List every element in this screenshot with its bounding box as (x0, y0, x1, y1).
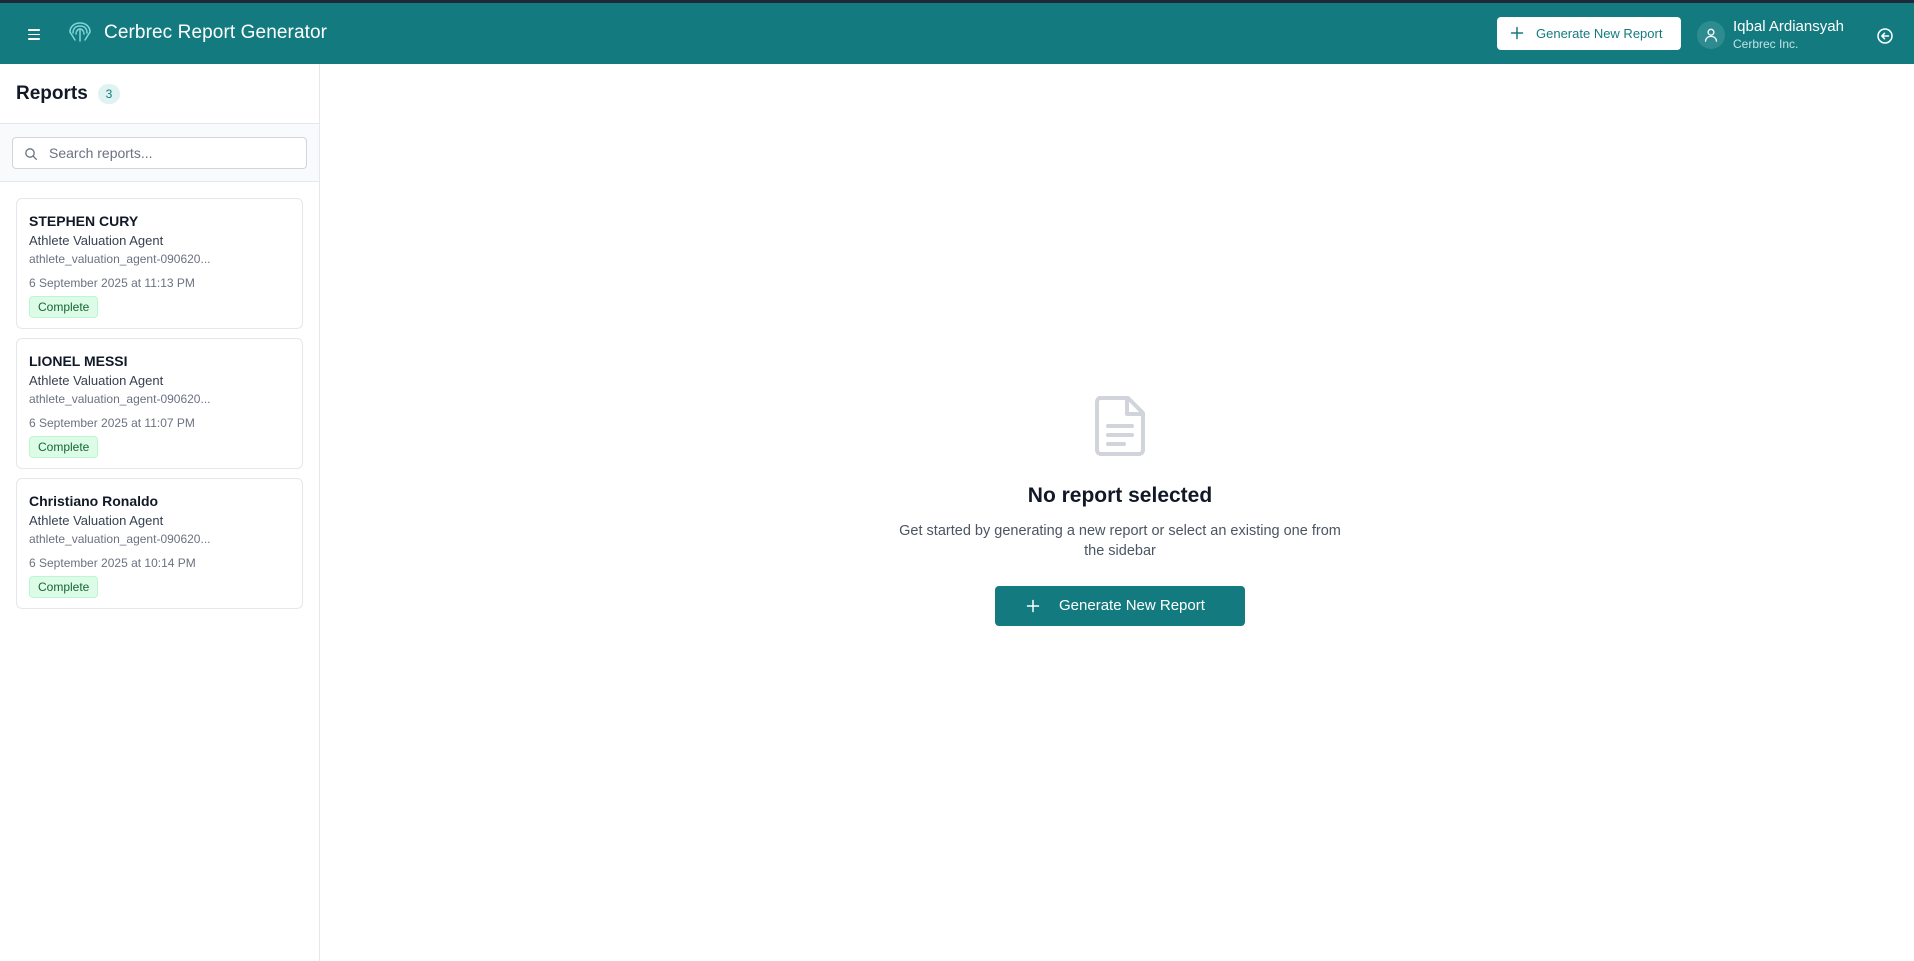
status-badge: Complete (29, 436, 99, 458)
reports-sidebar: Reports 3 STEPHEN CURY Athlete Valuation… (0, 64, 320, 961)
report-agent: Athlete Valuation Agent (29, 233, 164, 248)
header-generate-report-button[interactable]: Generate New Report (1497, 17, 1681, 50)
report-name: LIONEL MESSI (29, 353, 128, 369)
user-icon (1704, 28, 1718, 42)
sidebar-title: Reports (16, 83, 88, 104)
brain-icon (69, 22, 91, 42)
report-id: athlete_valuation_agent-090620... (29, 532, 211, 546)
report-agent: Athlete Valuation Agent (29, 373, 164, 388)
document-icon (1095, 396, 1145, 456)
empty-state-description: Get started by generating a new report o… (899, 523, 1341, 559)
search-box[interactable] (12, 137, 307, 169)
report-card[interactable]: STEPHEN CURY Athlete Valuation Agent ath… (16, 198, 303, 329)
report-card[interactable]: LIONEL MESSI Athlete Valuation Agent ath… (16, 338, 303, 469)
generate-new-report-label: Generate New Report (1059, 597, 1205, 614)
report-date: 6 September 2025 at 11:13 PM (29, 276, 195, 290)
header-generate-report-label: Generate New Report (1536, 26, 1663, 41)
plus-icon (1510, 26, 1524, 40)
app-title: Cerbrec Report Generator (104, 22, 328, 43)
main-content (320, 64, 1914, 961)
report-date: 6 September 2025 at 10:14 PM (29, 556, 196, 570)
report-agent: Athlete Valuation Agent (29, 513, 164, 528)
sidebar-header: Reports 3 (0, 64, 319, 124)
app-header: Cerbrec Report Generator Generate New Re… (0, 3, 1914, 64)
plus-icon (1026, 599, 1040, 613)
user-avatar[interactable] (1697, 21, 1725, 49)
report-date: 6 September 2025 at 11:07 PM (29, 416, 195, 430)
status-badge: Complete (29, 576, 99, 598)
generate-new-report-button[interactable]: Generate New Report (995, 586, 1245, 626)
search-icon (25, 148, 37, 160)
status-badge: Complete (29, 296, 99, 318)
search-input[interactable] (49, 138, 299, 168)
report-name: STEPHEN CURY (29, 213, 139, 229)
report-id: athlete_valuation_agent-090620... (29, 392, 211, 406)
empty-state-title: No report selected (1027, 484, 1213, 507)
user-name: Iqbal Ardiansyah (1733, 18, 1844, 35)
logout-icon[interactable] (1876, 27, 1894, 45)
menu-icon[interactable] (24, 24, 44, 44)
reports-count-badge: 3 (98, 84, 120, 104)
report-id: athlete_valuation_agent-090620... (29, 252, 211, 266)
user-organization: Cerbrec Inc. (1733, 37, 1799, 51)
